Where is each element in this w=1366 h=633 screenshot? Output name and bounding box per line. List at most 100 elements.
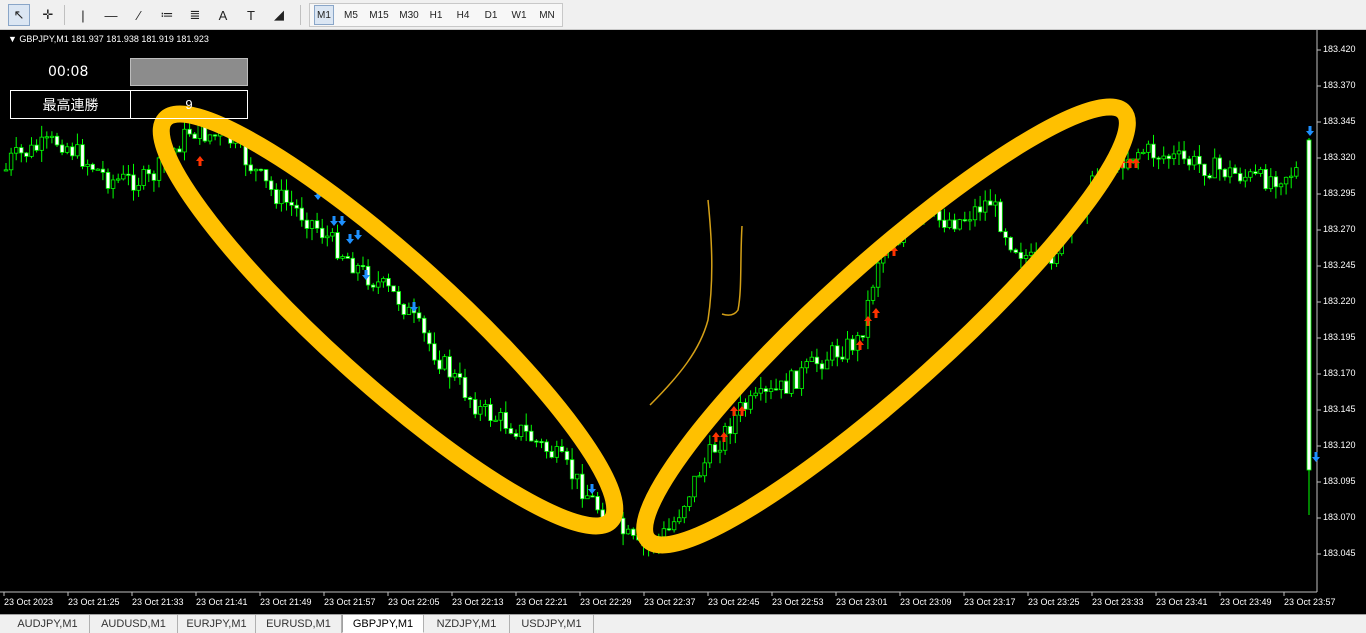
candle-body bbox=[304, 219, 310, 229]
time-tick-label: 23 Oct 22:53 bbox=[772, 597, 824, 607]
candle-body bbox=[80, 144, 85, 167]
candle-body bbox=[493, 419, 498, 422]
candle-body bbox=[472, 399, 478, 415]
stats-table: 最高連勝 9 bbox=[10, 90, 248, 119]
tab-audusd-m1[interactable]: AUDUSD,M1 bbox=[90, 615, 178, 633]
horizontal-line-icon[interactable]: — bbox=[100, 4, 122, 26]
candle-body bbox=[177, 148, 182, 153]
price-tick-label: 183.420 bbox=[1323, 44, 1356, 54]
candle-body bbox=[386, 278, 391, 287]
price-tick-label: 183.320 bbox=[1323, 152, 1356, 162]
candle-body bbox=[121, 173, 126, 180]
candle-body bbox=[70, 146, 75, 157]
tab-audjpy-m1[interactable]: AUDJPY,M1 bbox=[6, 615, 90, 633]
candle-body bbox=[432, 343, 437, 361]
candle-body bbox=[697, 475, 702, 478]
candle-body bbox=[549, 451, 554, 458]
candle-body bbox=[447, 356, 452, 378]
sell-signal-arrow bbox=[410, 302, 418, 312]
candle-body bbox=[85, 163, 90, 167]
price-tick-label: 183.095 bbox=[1323, 476, 1356, 486]
time-tick-label: 23 Oct 21:57 bbox=[324, 597, 376, 607]
candle-body bbox=[508, 428, 514, 434]
candle-body bbox=[1141, 151, 1146, 154]
timeframe-w1[interactable]: W1 bbox=[508, 5, 530, 25]
candle-body bbox=[396, 291, 401, 305]
tab-usdjpy-m1[interactable]: USDJPY,M1 bbox=[510, 615, 594, 633]
candle-body bbox=[779, 380, 784, 391]
fibonacci-icon[interactable]: ≣ bbox=[184, 4, 206, 26]
candle-body bbox=[850, 338, 855, 351]
candle-body bbox=[263, 169, 269, 182]
candle-body bbox=[294, 204, 299, 209]
sell-signal-arrow bbox=[338, 216, 346, 226]
indicator-panel-button[interactable] bbox=[130, 58, 248, 86]
timeframe-h1[interactable]: H1 bbox=[425, 5, 447, 25]
highlight-ellipse-downtrend bbox=[152, 105, 624, 535]
timeframe-d1[interactable]: D1 bbox=[480, 5, 502, 25]
time-tick-label: 23 Oct 22:45 bbox=[708, 597, 760, 607]
cursor-icon[interactable]: ↖ bbox=[8, 4, 30, 26]
chart-window[interactable]: ▼ GBPJPY,M1 181.937 181.938 181.919 181.… bbox=[0, 30, 1366, 614]
candle-body bbox=[452, 373, 457, 378]
crosshair-icon[interactable]: ✛ bbox=[37, 4, 59, 26]
timeframe-m5[interactable]: M5 bbox=[340, 5, 362, 25]
symbol-quote: GBPJPY,M1 181.937 181.938 181.919 181.92… bbox=[19, 34, 209, 44]
candle-body bbox=[937, 210, 942, 221]
candle-body bbox=[733, 414, 738, 435]
candle-body bbox=[478, 406, 483, 415]
timeframe-m1[interactable]: M1 bbox=[314, 5, 334, 25]
timeframe-h4[interactable]: H4 bbox=[452, 5, 474, 25]
time-tick-label: 23 Oct 23:41 bbox=[1156, 597, 1208, 607]
timeframe-m30[interactable]: M30 bbox=[396, 5, 422, 25]
vertical-line-icon[interactable]: | bbox=[72, 4, 94, 26]
candle-body bbox=[467, 397, 473, 400]
tab-eurjpy-m1[interactable]: EURJPY,M1 bbox=[178, 615, 256, 633]
candle-body bbox=[376, 281, 381, 288]
sell-signal-arrow bbox=[1306, 126, 1314, 136]
candle-body bbox=[19, 147, 24, 154]
candle-body bbox=[789, 370, 794, 394]
time-tick-label: 23 Oct 22:29 bbox=[580, 597, 632, 607]
candle-body bbox=[34, 144, 39, 151]
candle-body bbox=[1151, 143, 1156, 159]
price-tick-label: 183.070 bbox=[1323, 512, 1356, 522]
candle-body bbox=[620, 517, 626, 535]
candle-body bbox=[253, 168, 259, 172]
candle-body bbox=[666, 528, 672, 531]
candle-body bbox=[1217, 157, 1222, 170]
tab-eurusd-m1[interactable]: EURUSD,M1 bbox=[256, 615, 342, 633]
collapse-triangle-icon[interactable]: ▼ bbox=[8, 34, 19, 44]
candle-body bbox=[457, 373, 463, 378]
candle-body bbox=[575, 473, 580, 480]
candle-body bbox=[1294, 167, 1299, 177]
candle-body bbox=[860, 335, 865, 338]
tab-gbpjpy-m1[interactable]: GBPJPY,M1 bbox=[342, 615, 424, 633]
candle-body bbox=[687, 496, 692, 507]
channel-icon[interactable]: ≔ bbox=[156, 4, 178, 26]
candle-body bbox=[952, 219, 957, 230]
shapes-icon[interactable]: ◢ bbox=[268, 4, 290, 26]
timeframe-mn[interactable]: MN bbox=[536, 5, 558, 25]
text-icon[interactable]: A bbox=[212, 4, 234, 26]
candle-body bbox=[590, 495, 595, 498]
price-tick-label: 183.045 bbox=[1323, 548, 1356, 558]
candle-body bbox=[340, 256, 345, 259]
candle-body bbox=[712, 444, 718, 453]
time-tick-label: 23 Oct 2023 bbox=[4, 597, 54, 607]
candle-body bbox=[330, 232, 335, 237]
candle-body bbox=[554, 446, 559, 458]
price-tick-label: 183.145 bbox=[1323, 404, 1356, 414]
candle-body bbox=[977, 206, 983, 213]
candle-body bbox=[1248, 171, 1253, 178]
tab-nzdjpy-m1[interactable]: NZDJPY,M1 bbox=[424, 615, 510, 633]
buy-signal-arrow bbox=[196, 156, 204, 166]
candle-body bbox=[284, 189, 289, 203]
candle-body bbox=[381, 278, 386, 283]
timeframe-m15[interactable]: M15 bbox=[366, 5, 392, 25]
trendline-icon[interactable]: ∕ bbox=[128, 4, 150, 26]
candle-body bbox=[1227, 167, 1233, 178]
candle-body bbox=[524, 424, 529, 432]
text-label-icon[interactable]: T bbox=[240, 4, 262, 26]
buy-signal-arrow bbox=[864, 316, 872, 326]
